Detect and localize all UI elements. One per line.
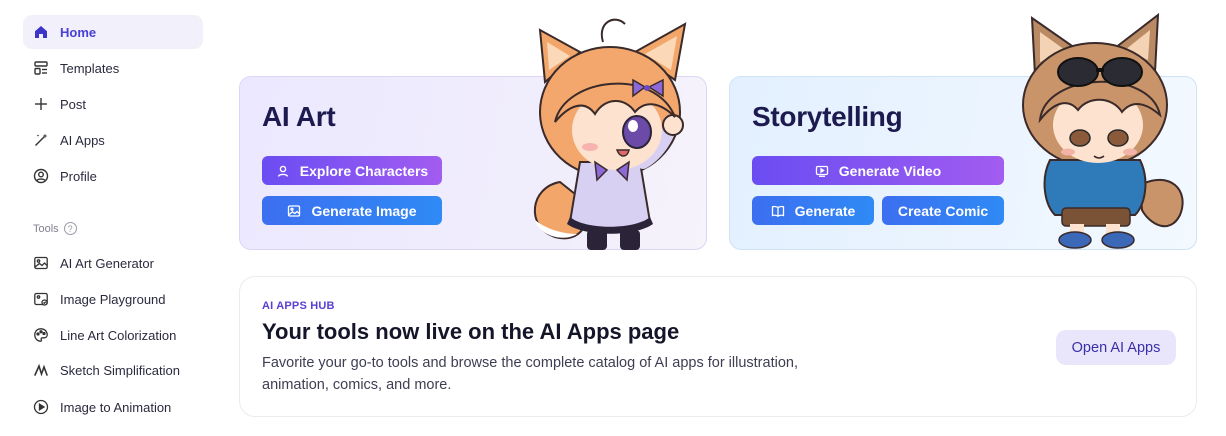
sidebar-item-line-art-colorization[interactable]: Line Art Colorization — [23, 318, 203, 352]
sidebar-item-templates[interactable]: Templates — [23, 51, 203, 85]
sidebar-item-label: Image to Animation — [60, 399, 172, 415]
sidebar-item-sketch-simplification[interactable]: Sketch Simplification — [23, 353, 203, 387]
palette-icon — [33, 327, 49, 343]
sidebar-item-ai-art-generator[interactable]: AI Art Generator — [23, 246, 203, 280]
play-circle-icon — [33, 399, 49, 415]
tools-heading-label: Tools — [33, 222, 59, 235]
tools-heading: Tools ? — [33, 222, 77, 235]
sidebar: Home Templates Post AI Apps Profile Tool… — [0, 0, 215, 436]
user-icon — [276, 164, 290, 178]
user-circle-icon — [33, 168, 49, 184]
image-icon — [33, 255, 49, 271]
sidebar-item-label: Image Playground — [60, 291, 166, 307]
sidebar-item-label: Home — [60, 24, 97, 40]
sidebar-item-ai-apps[interactable]: AI Apps — [23, 123, 203, 157]
templates-icon — [33, 60, 49, 76]
sidebar-item-post[interactable]: Post — [23, 87, 203, 121]
sidebar-item-label: Profile — [60, 168, 97, 184]
magic-wand-icon — [33, 132, 49, 148]
generate-video-label: Generate Video — [838, 162, 942, 179]
plus-icon — [33, 96, 49, 112]
sidebar-item-label: AI Apps — [60, 132, 105, 148]
sidebar-item-label: AI Art Generator — [60, 255, 154, 271]
sidebar-item-profile[interactable]: Profile — [23, 159, 203, 193]
generate-label: Generate — [794, 202, 856, 219]
generate-image-button[interactable]: Generate Image — [262, 196, 442, 225]
sketch-icon — [33, 362, 49, 378]
book-icon — [771, 204, 785, 218]
storytelling-title: Storytelling — [752, 101, 903, 132]
sidebar-item-label: Templates — [60, 60, 120, 76]
ai-apps-hub-card: AI APPS HUB Your tools now live on the A… — [239, 276, 1197, 417]
hub-eyebrow: AI APPS HUB — [262, 300, 335, 312]
video-icon — [815, 164, 829, 178]
sidebar-item-label: Line Art Colorization — [60, 327, 177, 343]
create-comic-label: Create Comic — [897, 202, 989, 219]
create-comic-button[interactable]: Create Comic — [882, 196, 1004, 225]
sidebar-item-image-playground[interactable]: Image Playground — [23, 282, 203, 316]
open-ai-apps-button[interactable]: Open AI Apps — [1056, 330, 1176, 365]
explore-characters-label: Explore Characters — [299, 162, 429, 179]
sidebar-item-home[interactable]: Home — [23, 15, 203, 49]
sidebar-item-image-to-animation[interactable]: Image to Animation — [23, 390, 203, 424]
explore-characters-button[interactable]: Explore Characters — [262, 156, 442, 185]
generate-video-button[interactable]: Generate Video — [752, 156, 1004, 185]
fox-girl-character — [533, 18, 687, 250]
ai-art-title: AI Art — [262, 101, 336, 132]
sidebar-item-label: Post — [60, 96, 87, 112]
wolf-boy-character — [1022, 12, 1184, 249]
generate-image-label: Generate Image — [311, 202, 417, 219]
home-icon — [33, 24, 49, 40]
hub-description: Favorite your go-to tools and browse the… — [262, 355, 798, 393]
help-icon[interactable]: ? — [63, 222, 77, 235]
hub-title: Your tools now live on the AI Apps page — [262, 319, 680, 344]
image-icon — [287, 204, 301, 218]
generate-story-button[interactable]: Generate — [752, 196, 874, 225]
image-edit-icon — [33, 291, 49, 307]
sidebar-item-label: Sketch Simplification — [60, 362, 180, 378]
